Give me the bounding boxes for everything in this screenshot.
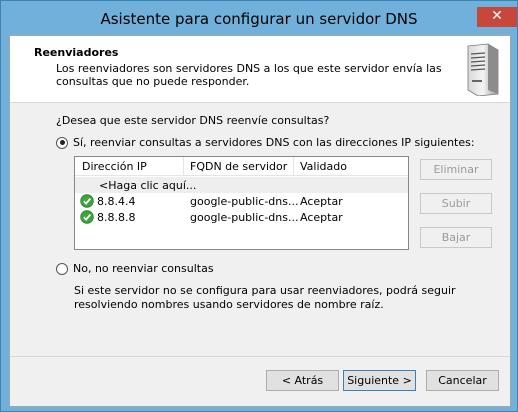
footer-divider xyxy=(10,356,510,357)
list-header: Dirección IP FQDN de servidor Validado xyxy=(75,157,408,176)
no-forwarders-note: Si este servidor no se configura para us… xyxy=(74,284,456,311)
back-button[interactable]: < Atrás xyxy=(266,370,339,391)
column-header-ip[interactable]: Dirección IP xyxy=(82,160,147,173)
row-validated: Aceptar xyxy=(300,195,343,208)
close-button[interactable]: ✕ xyxy=(477,7,517,27)
row-validated: Aceptar xyxy=(300,211,343,224)
column-header-fqdn[interactable]: FQDN de servidor xyxy=(190,160,287,173)
page-title: Reenviadores xyxy=(34,46,119,59)
row-ip: 8.8.4.4 xyxy=(97,195,136,208)
table-row[interactable]: 8.8.8.8 google-public-dns... Aceptar xyxy=(75,209,408,225)
row-fqdn: google-public-dns... xyxy=(190,195,299,208)
check-icon xyxy=(80,194,94,208)
server-icon xyxy=(467,43,499,96)
forward-no-option[interactable]: No, no reenviar consultas xyxy=(56,262,214,275)
row-fqdn: google-public-dns... xyxy=(190,211,299,224)
wizard-header: Reenviadores Los reenviadores son servid… xyxy=(10,36,510,103)
move-up-button[interactable]: Subir xyxy=(420,193,492,214)
row-ip: 8.8.8.8 xyxy=(97,211,136,224)
forward-no-label[interactable]: No, no reenviar consultas xyxy=(73,262,214,275)
cancel-button[interactable]: Cancelar xyxy=(426,370,499,391)
check-icon xyxy=(80,210,94,224)
forward-yes-label[interactable]: Sí, reenviar consultas a servidores DNS … xyxy=(73,136,475,149)
remove-button[interactable]: Eliminar xyxy=(420,159,492,180)
title-bar[interactable]: Asistente para configurar un servidor DN… xyxy=(1,1,517,33)
add-forwarder-row[interactable]: <Haga clic aquí... xyxy=(75,177,408,193)
forwarders-list[interactable]: Dirección IP FQDN de servidor Validado <… xyxy=(74,156,409,250)
forward-yes-radio[interactable] xyxy=(56,136,68,149)
window-title: Asistente para configurar un servidor DN… xyxy=(100,10,418,28)
page-description: Los reenviadores son servidores DNS a lo… xyxy=(56,62,442,88)
move-down-button[interactable]: Bajar xyxy=(420,227,492,248)
column-header-validated[interactable]: Validado xyxy=(300,160,347,173)
forward-yes-option[interactable]: Sí, reenviar consultas a servidores DNS … xyxy=(56,136,475,149)
wizard-client-area: Reenviadores Los reenviadores son servid… xyxy=(9,35,511,407)
add-forwarder-placeholder[interactable]: <Haga clic aquí... xyxy=(99,179,196,192)
forward-no-radio[interactable] xyxy=(56,262,68,275)
wizard-window: Asistente para configurar un servidor DN… xyxy=(0,0,518,412)
question-label: ¿Desea que este servidor DNS reenvíe con… xyxy=(56,114,330,127)
table-row[interactable]: 8.8.4.4 google-public-dns... Aceptar xyxy=(75,193,408,209)
next-button[interactable]: Siguiente > xyxy=(343,370,416,391)
